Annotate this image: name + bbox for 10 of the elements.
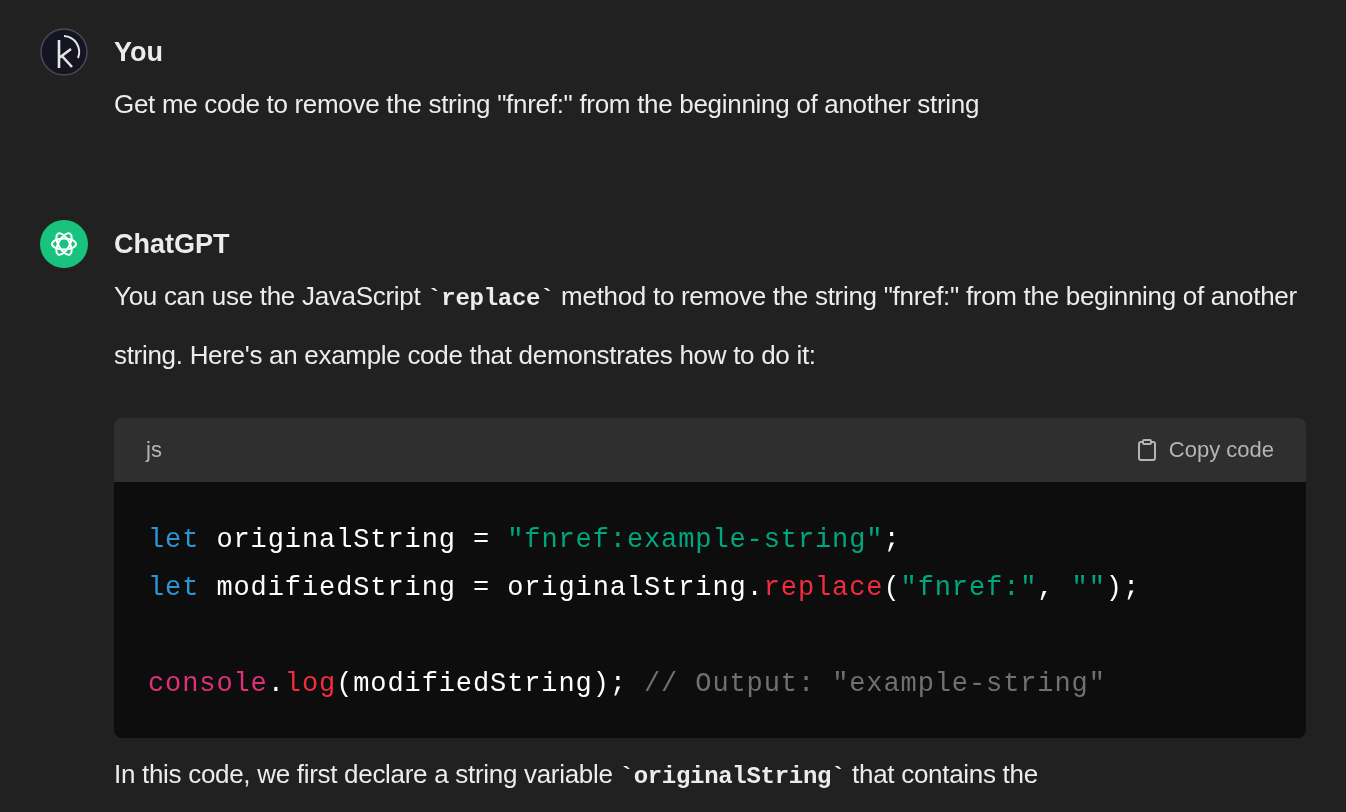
- author-name: You: [114, 36, 163, 69]
- message-text: In this code, we first declare a string variable `originalString` that contains the: [114, 758, 1038, 792]
- message-text: You can use the JavaScript `replace` method to remove the string "fnref:" from the beginning of another string. Here's an example code that demonstrates how to do it:: [114, 280, 1298, 372]
- avatar-icon: [40, 28, 88, 76]
- code-block: let originalString = "fnref:example-string"; let modifiedString = originalString.replace("fnref:", ""); console.log(modifiedString); // Output: "example-string": [114, 482, 1306, 738]
- code-language: js: [146, 437, 162, 463]
- message-text: Get me code to remove the string "fnref:" from the beginning of another string: [114, 88, 980, 121]
- assistant-avatar-icon: [40, 220, 88, 268]
- copy-code-button[interactable]: Copy code: [1134, 437, 1274, 463]
- author-name: ChatGPT: [114, 228, 230, 261]
